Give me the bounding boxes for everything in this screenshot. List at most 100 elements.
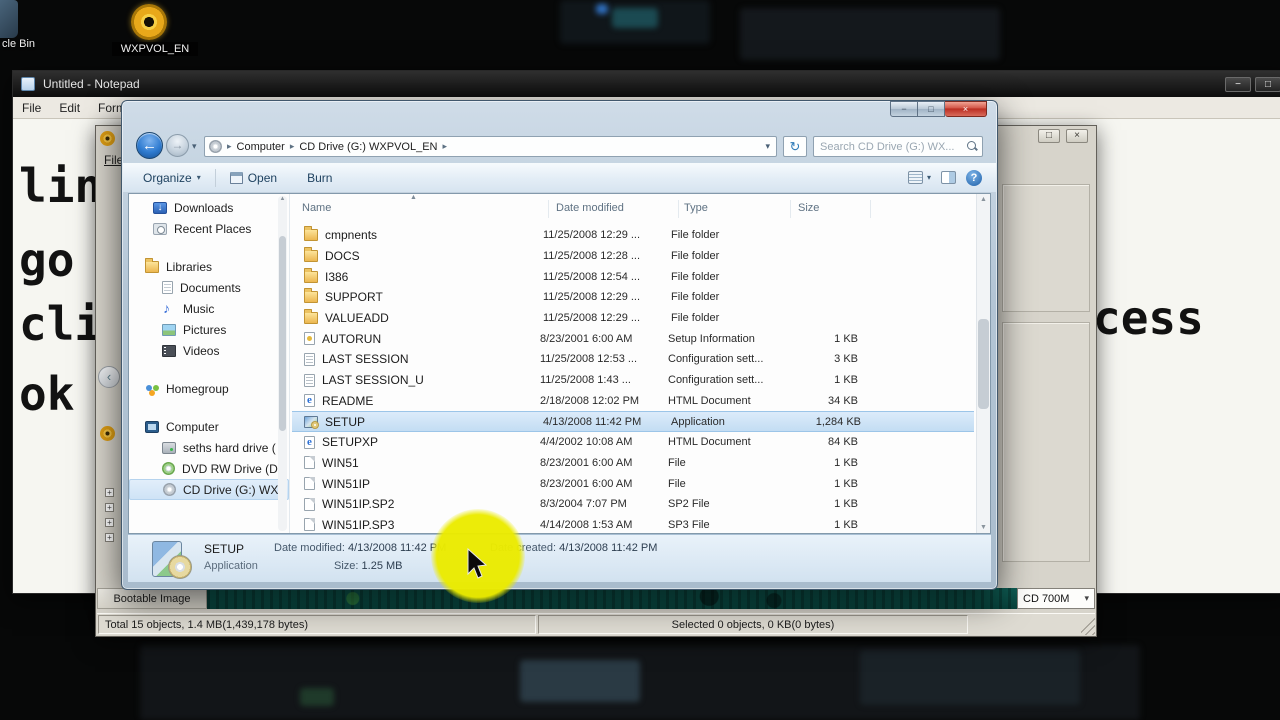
close-icon[interactable]: × xyxy=(1066,129,1088,143)
homegroup-icon xyxy=(145,383,159,395)
cd-desktop-icon[interactable] xyxy=(131,4,167,40)
burn-label: Burn xyxy=(307,170,333,185)
table-row[interactable]: README 2/18/2008 12:02 PM HTML Document … xyxy=(292,391,974,412)
file-type: File folder xyxy=(671,312,720,325)
address-dropdown-icon[interactable]: ▾ xyxy=(765,141,772,152)
table-row[interactable]: LAST SESSION 11/25/2008 12:53 ... Config… xyxy=(292,349,974,370)
sidebar-scrollbar[interactable]: ▲ xyxy=(278,196,287,531)
sidebar-item[interactable]: Homegroup xyxy=(129,378,289,399)
cd-desktop-label[interactable]: WXPVOL_EN xyxy=(112,42,198,56)
file-icon xyxy=(304,497,315,511)
table-row[interactable]: WIN51IP.SP3 4/14/2008 1:53 AM SP3 File 1… xyxy=(292,515,974,533)
column-separator[interactable] xyxy=(548,200,549,218)
column-header-name[interactable]: Name xyxy=(302,202,331,214)
sidebar-item-label: Downloads xyxy=(174,200,234,215)
tree-expand-icon[interactable]: + xyxy=(105,533,114,542)
scroll-up-icon[interactable]: ▲ xyxy=(977,196,990,203)
breadcrumb-computer[interactable]: Computer xyxy=(237,141,285,153)
list-scrollbar[interactable]: ▲ ▼ xyxy=(976,194,990,533)
disc-icon xyxy=(168,555,192,579)
minimize-icon[interactable]: − xyxy=(890,101,918,117)
sidebar-item[interactable]: Videos xyxy=(129,340,289,361)
file-type: Configuration sett... xyxy=(668,374,764,387)
open-window-icon xyxy=(229,171,243,184)
help-icon[interactable]: ? xyxy=(966,169,982,186)
sidebar-item[interactable]: Documents xyxy=(129,277,289,298)
sidebar-item[interactable]: Pictures xyxy=(129,319,289,340)
media-size-dropdown[interactable]: CD 700M ▾ xyxy=(1017,588,1095,609)
table-row[interactable]: cmpnents 11/25/2008 12:29 ... File folde… xyxy=(292,225,974,246)
table-row[interactable]: WIN51IP 8/23/2001 6:00 AM File 1 KB xyxy=(292,473,974,494)
close-icon[interactable]: × xyxy=(945,101,987,117)
bootable-image-button[interactable]: Bootable Image xyxy=(97,588,207,609)
libraries-icon xyxy=(145,257,159,273)
config-icon xyxy=(304,352,315,366)
sidebar-scroll-thumb[interactable] xyxy=(279,236,286,431)
table-row[interactable]: AUTORUN 8/23/2001 6:00 AM Setup Informat… xyxy=(292,328,974,349)
column-separator[interactable] xyxy=(678,200,679,218)
change-view-icon[interactable] xyxy=(907,171,923,184)
file-name: SUPPORT xyxy=(325,290,383,305)
back-icon[interactable]: ‹ xyxy=(98,366,120,388)
column-header-date[interactable]: Date modified xyxy=(556,202,624,214)
column-header-size[interactable]: Size xyxy=(798,202,819,214)
table-row[interactable]: I386 11/25/2008 12:54 ... File folder xyxy=(292,266,974,287)
scroll-down-icon[interactable]: ▼ xyxy=(977,524,990,531)
sidebar-item[interactable]: Recent Places xyxy=(129,218,289,239)
sidebar-item[interactable]: Downloads xyxy=(129,197,289,218)
burn-button[interactable]: Burn xyxy=(299,168,340,188)
back-button[interactable]: ← xyxy=(136,132,163,159)
views-chevron-icon[interactable]: ▾ xyxy=(927,173,931,182)
file-date-modified: 8/3/2004 7:07 PM xyxy=(540,498,627,511)
list-scroll-thumb[interactable] xyxy=(978,319,989,409)
status-total: Total 15 objects, 1.4 MB(1,439,178 bytes… xyxy=(98,615,536,634)
sidebar-item[interactable]: seths hard drive ( xyxy=(129,437,289,458)
table-row[interactable]: LAST SESSION_U 11/25/2008 1:43 ... Confi… xyxy=(292,370,974,391)
column-separator[interactable] xyxy=(790,200,791,218)
forward-button[interactable]: → xyxy=(166,134,189,157)
menu-file[interactable]: File xyxy=(13,101,50,115)
column-headers: ▲ Name Date modified Type Size xyxy=(290,194,976,222)
tree-expand-icon[interactable]: + xyxy=(105,488,114,497)
notepad-titlebar[interactable]: Untitled - Notepad − □ xyxy=(13,71,1280,97)
column-separator[interactable] xyxy=(870,200,871,218)
tree-expand-icon[interactable]: + xyxy=(105,518,114,527)
sidebar-item-label: Libraries xyxy=(166,259,213,274)
recycle-bin-icon[interactable] xyxy=(0,0,18,38)
breadcrumb-cd-drive[interactable]: CD Drive (G:) WXPVOL_EN xyxy=(299,141,437,153)
sidebar-item[interactable]: CD Drive (G:) WX xyxy=(129,479,289,500)
sidebar-item[interactable]: DVD RW Drive (D xyxy=(129,458,289,479)
resize-grip[interactable] xyxy=(1081,614,1095,635)
notepad-icon xyxy=(21,77,35,91)
file-date-modified: 2/18/2008 12:02 PM xyxy=(540,394,640,407)
search-input[interactable] xyxy=(818,139,967,154)
status-selected: Selected 0 objects, 0 KB(0 bytes) xyxy=(538,615,968,634)
breadcrumb[interactable]: ▸ Computer ▸ CD Drive (G:) WXPVOL_EN ▸ ▾ xyxy=(204,136,777,157)
preview-pane-icon[interactable] xyxy=(941,171,956,184)
open-button[interactable]: Open xyxy=(222,168,285,188)
recent-pages-chevron-icon[interactable]: ▾ xyxy=(192,141,197,152)
table-row[interactable]: SETUP 4/13/2008 11:42 PM Application 1,2… xyxy=(292,411,974,432)
table-row[interactable]: WIN51IP.SP2 8/3/2004 7:07 PM SP2 File 1 … xyxy=(292,494,974,515)
table-row[interactable]: DOCS 11/25/2008 12:28 ... File folder xyxy=(292,246,974,267)
column-header-type[interactable]: Type xyxy=(684,202,708,214)
tree-expand-icon[interactable]: + xyxy=(105,503,114,512)
sidebar-item[interactable]: Computer xyxy=(129,416,289,437)
table-row[interactable]: VALUEADD 11/25/2008 12:29 ... File folde… xyxy=(292,308,974,329)
scroll-up-icon[interactable]: ▲ xyxy=(278,196,287,202)
recycle-bin-label[interactable]: cle Bin xyxy=(2,38,35,50)
sidebar-item[interactable]: Music xyxy=(129,298,289,319)
organize-button[interactable]: Organize ▾ xyxy=(135,168,209,188)
wallpaper-blob xyxy=(596,4,608,14)
table-row[interactable]: SETUPXP 4/4/2002 10:08 AM HTML Document … xyxy=(292,432,974,453)
file-name: SETUPXP xyxy=(322,435,379,450)
menu-edit[interactable]: Edit xyxy=(50,101,89,115)
sidebar-item[interactable]: Libraries xyxy=(129,256,289,277)
table-row[interactable]: SUPPORT 11/25/2008 12:29 ... File folder xyxy=(292,287,974,308)
table-row[interactable]: WIN51 8/23/2001 6:00 AM File 1 KB xyxy=(292,453,974,474)
maximize-icon[interactable]: □ xyxy=(1038,129,1060,143)
minimize-icon[interactable]: − xyxy=(1225,76,1251,92)
maximize-icon[interactable]: □ xyxy=(918,101,945,117)
refresh-button[interactable]: ↻ xyxy=(783,136,807,157)
maximize-icon[interactable]: □ xyxy=(1255,76,1280,92)
